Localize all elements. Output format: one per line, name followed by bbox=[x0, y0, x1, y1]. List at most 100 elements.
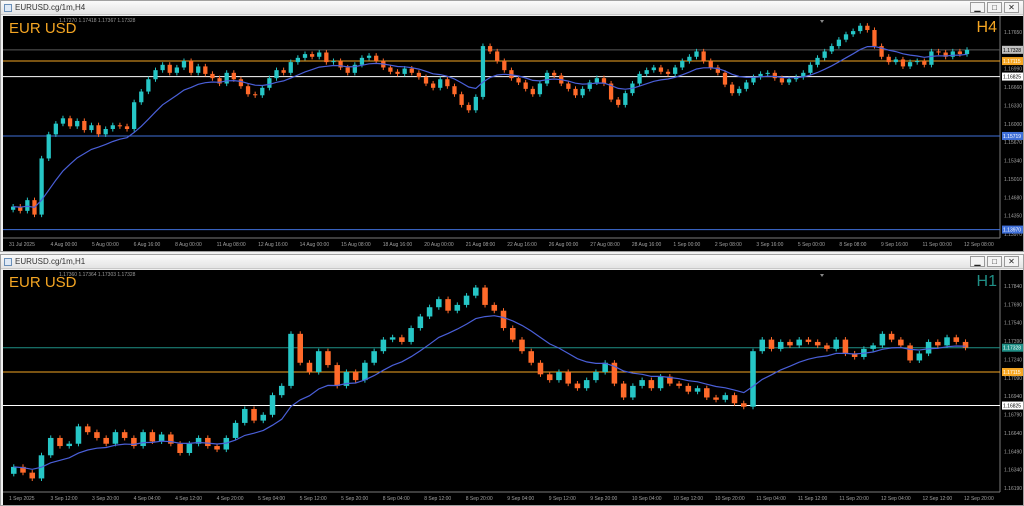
candle-body bbox=[708, 61, 713, 68]
candle-body bbox=[665, 71, 671, 74]
candle-body bbox=[922, 61, 927, 65]
candle-body bbox=[744, 82, 749, 89]
candle-body bbox=[907, 345, 913, 361]
time-tick-label: 11 Aug 08:00 bbox=[217, 242, 246, 248]
candle-body bbox=[121, 432, 128, 438]
candle-body bbox=[334, 365, 340, 386]
minimize-button[interactable]: ▁ bbox=[970, 2, 985, 13]
price-tick-label: 1.16000 bbox=[1004, 122, 1022, 128]
candle-body bbox=[750, 351, 756, 407]
candle-body bbox=[251, 409, 257, 421]
candle-body bbox=[82, 120, 87, 131]
time-tick-label: 18 Aug 16:00 bbox=[383, 242, 413, 248]
candle-body bbox=[872, 30, 877, 47]
chart-plot-area[interactable]: 1.17840 1.17690 1.17540 1.17390 1.17240 1.170… bbox=[3, 270, 1023, 505]
time-tick-label: 5 Aug 00:00 bbox=[92, 242, 119, 248]
candle-body bbox=[523, 82, 528, 89]
candle-body bbox=[103, 129, 108, 135]
candle-body bbox=[737, 88, 742, 94]
price-tick-label: 1.15670 bbox=[1004, 140, 1022, 146]
candle-body bbox=[473, 287, 479, 296]
candle-body bbox=[808, 64, 813, 73]
candle-body bbox=[639, 380, 645, 386]
candle-body bbox=[886, 56, 891, 63]
candle-body bbox=[153, 70, 158, 80]
time-tick-label: 6 Aug 16:00 bbox=[134, 242, 161, 248]
candle-body bbox=[417, 316, 424, 329]
candle-body bbox=[537, 83, 543, 95]
time-tick-label: 9 Sep 20:00 bbox=[590, 496, 617, 502]
time-tick-label: 4 Sep 04:00 bbox=[134, 496, 161, 502]
candle-body bbox=[729, 84, 735, 94]
time-tick-label: 5 Sep 12:00 bbox=[300, 496, 327, 502]
candle-body bbox=[574, 383, 581, 389]
candle-body bbox=[188, 61, 194, 73]
candle-body bbox=[530, 88, 535, 95]
candle-body bbox=[177, 443, 183, 453]
candlestick-chart-svg[interactable]: 1.178401.176901.175401.173901.172401.170… bbox=[3, 270, 1023, 505]
candle-body bbox=[224, 72, 229, 84]
price-tick-label: 1.17690 bbox=[1004, 302, 1022, 308]
time-tick-label: 3 Sep 20:00 bbox=[92, 496, 119, 502]
time-tick-label: 10 Sep 04:00 bbox=[632, 496, 662, 502]
candle-body bbox=[898, 339, 904, 346]
candle-body bbox=[416, 72, 422, 78]
chart-plot-area[interactable]: 1.176501.173201.169901.166601.163301.160… bbox=[3, 16, 1023, 251]
candlestick-chart-svg[interactable]: 1.176501.173201.169901.166601.163301.160… bbox=[3, 16, 1023, 251]
candle-body bbox=[94, 432, 100, 438]
candle-body bbox=[546, 374, 553, 381]
candle-body bbox=[96, 125, 101, 135]
candle-body bbox=[583, 380, 590, 389]
candle-body bbox=[651, 67, 656, 71]
candle-body bbox=[814, 341, 821, 346]
candle-body bbox=[953, 337, 960, 342]
candle-body bbox=[302, 54, 308, 58]
time-tick-label: 12 Aug 16:00 bbox=[258, 242, 288, 248]
maximize-button[interactable]: □ bbox=[987, 2, 1002, 13]
window-titlebar[interactable]: EURUSD.cg/1m,H1 ▁ □ ✕ bbox=[1, 255, 1023, 269]
time-tick-label: 27 Aug 08:00 bbox=[590, 242, 620, 248]
candle-body bbox=[850, 31, 856, 35]
minimize-button[interactable]: ▁ bbox=[970, 256, 985, 267]
candle-body bbox=[423, 77, 429, 84]
candle-body bbox=[964, 49, 970, 55]
candle-body bbox=[345, 67, 350, 73]
candle-body bbox=[694, 51, 699, 57]
price-tag-label: 1.15719 bbox=[1003, 134, 1021, 140]
candle-body bbox=[929, 51, 934, 65]
candle-body bbox=[445, 299, 451, 311]
price-tag-label: 1.17328 bbox=[1003, 346, 1021, 352]
candle-body bbox=[260, 87, 265, 96]
maximize-button[interactable]: □ bbox=[987, 256, 1002, 267]
candle-body bbox=[495, 51, 500, 62]
scroll-marker-icon bbox=[820, 20, 824, 23]
time-tick-label: 20 Aug 00:00 bbox=[424, 242, 454, 248]
chart-window-h1[interactable]: EURUSD.cg/1m,H1 ▁ □ ✕ 1.17840 1.17690 1.17… bbox=[0, 254, 1024, 506]
candle-body bbox=[288, 333, 294, 386]
window-titlebar[interactable]: EURUSD.cg/1m,H4 ▁ □ ✕ bbox=[1, 1, 1023, 15]
candle-body bbox=[944, 337, 950, 346]
candle-body bbox=[713, 397, 719, 400]
candle-body bbox=[704, 388, 710, 398]
candle-body bbox=[935, 341, 941, 346]
candle-body bbox=[925, 341, 932, 354]
candle-body bbox=[957, 51, 963, 55]
candle-body bbox=[637, 73, 642, 84]
close-button[interactable]: ✕ bbox=[1004, 256, 1019, 267]
candle-body bbox=[374, 55, 379, 62]
candle-body bbox=[936, 51, 941, 53]
chart-window-h4[interactable]: EURUSD.cg/1m,H4 ▁ □ ✕ 1.176501.173201.16… bbox=[0, 0, 1024, 252]
candle-body bbox=[46, 134, 51, 159]
candle-body bbox=[75, 426, 82, 444]
price-tick-label: 1.16330 bbox=[1004, 103, 1022, 109]
time-tick-label: 11 Sep 00:00 bbox=[922, 242, 952, 248]
candle-body bbox=[389, 337, 396, 340]
candle-body bbox=[196, 66, 201, 73]
candle-body bbox=[623, 93, 628, 105]
price-tick-label: 1.15340 bbox=[1004, 159, 1022, 165]
close-button[interactable]: ✕ bbox=[1004, 2, 1019, 13]
candle-body bbox=[438, 79, 443, 88]
candle-body bbox=[593, 372, 599, 381]
candle-body bbox=[786, 79, 792, 83]
candle-body bbox=[315, 351, 322, 373]
